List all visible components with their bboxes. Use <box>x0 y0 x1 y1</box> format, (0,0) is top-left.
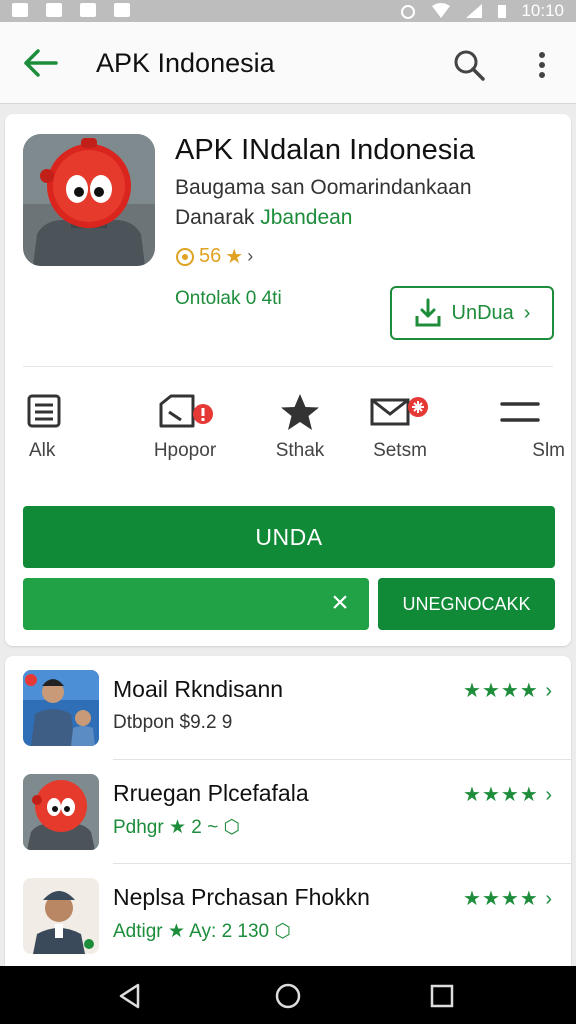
app-thumbnail <box>23 878 99 954</box>
signal-icon <box>466 4 483 18</box>
rating-stars: ★★★★ <box>463 784 539 806</box>
action-row: Alk Hpopor Sthak Setsm Slm <box>5 384 571 474</box>
list-item-sub: Adtigr ★ Ay: 2 130 ⬡ <box>113 921 291 942</box>
list-icon <box>27 394 61 428</box>
action-label: Sthak <box>275 440 325 461</box>
app-icon <box>23 134 155 266</box>
search-icon[interactable] <box>452 48 486 82</box>
list-item-name: Rruegan Plcefafala <box>113 780 309 806</box>
action-label: Hpopor <box>153 440 217 461</box>
report-icon <box>159 394 213 428</box>
robot-mascot-icon <box>23 774 99 850</box>
menu-icon <box>500 402 540 422</box>
person-photo-icon <box>23 878 99 954</box>
action-menu[interactable]: Slm <box>475 384 565 474</box>
star-icon <box>281 394 319 430</box>
list-item-sub: Dtbpon $9.2 9 <box>113 712 233 733</box>
list-item[interactable]: Neplsa Prchasan Fhokkn Adtigr ★ Ay: 2 13… <box>5 864 571 968</box>
people-photo-icon <box>23 670 99 746</box>
battery-icon <box>498 5 507 18</box>
chevron-right-icon: › <box>247 246 254 266</box>
app-developer[interactable]: Danarak Jbandean <box>175 206 353 230</box>
notification-icon <box>80 3 96 17</box>
chevron-right-icon: › <box>545 784 553 806</box>
back-arrow-icon[interactable] <box>22 47 58 79</box>
action-report[interactable]: Hpopor <box>140 384 230 474</box>
navigation-bar <box>0 966 576 1024</box>
status-time: 10:10 <box>521 1 564 20</box>
app-detail-card: APK INdalan Indonesia Baugama san Oomari… <box>5 114 571 646</box>
star-icon: ★ <box>225 246 244 268</box>
nav-recents-icon[interactable] <box>428 982 456 1010</box>
action-mail[interactable]: Setsm <box>355 384 445 474</box>
list-item[interactable]: Rruegan Plcefafala Pdhgr ★ 2 ~ ⬡ ★★★★ › <box>5 760 571 864</box>
app-title: APK INdalan Indonesia <box>175 134 475 166</box>
list-item-name: Neplsa Prchasan Fhokkn <box>113 884 370 910</box>
rating-stars: ★★★★ <box>463 680 539 702</box>
star-rating: ★★★★ › <box>463 782 553 807</box>
star-rating: ★★★★ › <box>463 886 553 911</box>
install-button[interactable]: UnDua › <box>390 286 554 340</box>
action-star[interactable]: Sthak <box>255 384 345 474</box>
primary-install-button[interactable]: UNDA <box>23 506 555 568</box>
app-rating[interactable]: 56 ★ › <box>175 244 253 269</box>
close-icon[interactable]: × <box>325 588 355 618</box>
page-title: APK Indonesia <box>96 48 275 78</box>
action-label: Setsm <box>373 440 427 461</box>
wifi-icon <box>432 3 451 18</box>
related-apps-list: Moail Rkndisann Dtbpon $9.2 9 ★★★★ › Rru… <box>5 656 571 966</box>
download-progress-bar: × <box>23 578 369 630</box>
nav-home-icon[interactable] <box>274 982 302 1010</box>
status-bar: 10:10 <box>0 0 576 22</box>
rating-badge-icon <box>176 247 194 266</box>
list-item[interactable]: Moail Rkndisann Dtbpon $9.2 9 ★★★★ › <box>5 656 571 760</box>
rating-value: 56 <box>199 245 222 267</box>
app-thumbnail <box>23 670 99 746</box>
app-bar: APK Indonesia <box>0 22 576 104</box>
action-label: Alk <box>29 440 56 461</box>
app-meta: Ontolak 0 4ti <box>175 288 282 309</box>
notification-icon <box>46 3 62 17</box>
nav-back-icon[interactable] <box>116 982 144 1010</box>
notification-icon <box>114 3 130 17</box>
divider <box>23 366 553 367</box>
alarm-icon <box>401 5 416 19</box>
chevron-right-icon: › <box>545 680 553 702</box>
download-icon <box>415 298 441 327</box>
developer-name[interactable]: Jbandean <box>260 206 352 229</box>
more-vert-icon[interactable] <box>532 50 552 80</box>
mail-icon <box>370 397 428 426</box>
chevron-right-icon: › <box>545 888 553 910</box>
notification-icon <box>12 3 28 17</box>
chevron-right-icon: › <box>523 301 531 324</box>
developer-prefix: Danarak <box>175 206 255 229</box>
secondary-button[interactable]: UNEGNOCAKK <box>378 578 555 630</box>
list-item-sub: Pdhgr ★ 2 ~ ⬡ <box>113 817 241 838</box>
install-label: UnDua <box>451 301 514 324</box>
app-subtitle: Baugama san Oomarindankaan <box>175 176 472 199</box>
rating-stars: ★★★★ <box>463 888 539 910</box>
list-item-name: Moail Rkndisann <box>113 676 284 702</box>
app-thumbnail <box>23 774 99 850</box>
action-label: Slm <box>532 440 565 461</box>
robot-mascot-icon <box>23 134 155 266</box>
action-list[interactable]: Alk <box>0 384 89 474</box>
star-rating: ★★★★ › <box>463 678 553 703</box>
